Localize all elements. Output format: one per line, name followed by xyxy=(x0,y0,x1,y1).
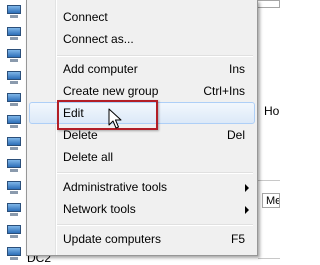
mouse-cursor-icon xyxy=(108,108,122,129)
divider xyxy=(258,258,280,259)
computer-icon[interactable] xyxy=(6,247,22,261)
menu-item-update-computers[interactable]: Update computers F5 xyxy=(29,228,255,250)
detail-text: Ho xyxy=(264,104,280,118)
computer-icon[interactable] xyxy=(6,5,22,19)
submenu-arrow-icon xyxy=(245,184,249,192)
submenu-arrow-icon xyxy=(245,206,249,214)
computer-icon[interactable] xyxy=(6,137,22,151)
computer-icon[interactable] xyxy=(6,181,22,195)
menu-item-label: Update computers xyxy=(63,232,162,246)
detail-field[interactable]: Me xyxy=(262,193,280,208)
menu-item-label: Connect as... xyxy=(63,32,134,46)
menu-separator xyxy=(57,224,253,225)
menu-item-add-computer[interactable]: Add computer Ins xyxy=(29,58,255,80)
menu-separator xyxy=(57,55,253,56)
menu-item-administrative-tools[interactable]: Administrative tools xyxy=(29,176,255,198)
menu-item-label: Delete xyxy=(63,128,98,142)
menu-item-label: Administrative tools xyxy=(63,180,168,194)
menu-item-label: Create new group xyxy=(63,84,159,98)
menu-item-shortcut: Ins xyxy=(228,62,245,76)
menu-item-connect[interactable]: Connect xyxy=(29,6,255,28)
computer-icon[interactable] xyxy=(6,93,22,107)
menu-item-delete-all[interactable]: Delete all xyxy=(29,146,255,168)
menu-item-label: Add computer xyxy=(63,62,138,76)
menu-item-label: Delete all xyxy=(63,150,114,164)
menu-item-shortcut: Ctrl+Ins xyxy=(203,84,245,98)
computer-icon[interactable] xyxy=(6,225,22,239)
menu-item-label: Connect xyxy=(63,10,108,24)
menu-item-connect-as[interactable]: Connect as... xyxy=(29,28,255,50)
menu-item-shortcut: F5 xyxy=(230,232,245,246)
menu-item-shortcut: Del xyxy=(226,128,245,142)
computer-icon[interactable] xyxy=(6,203,22,217)
menu-separator xyxy=(57,172,253,173)
computer-list-left xyxy=(0,0,28,262)
menu-item-network-tools[interactable]: Network tools xyxy=(29,198,255,220)
computer-icon[interactable] xyxy=(6,49,22,63)
computer-icon[interactable] xyxy=(6,27,22,41)
computer-icon[interactable] xyxy=(6,115,22,129)
menu-item-label: Network tools xyxy=(63,202,136,216)
divider xyxy=(258,180,280,181)
computer-icon[interactable] xyxy=(6,159,22,173)
menu-item-create-new-group[interactable]: Create new group Ctrl+Ins xyxy=(29,80,255,102)
computer-icon[interactable] xyxy=(6,71,22,85)
